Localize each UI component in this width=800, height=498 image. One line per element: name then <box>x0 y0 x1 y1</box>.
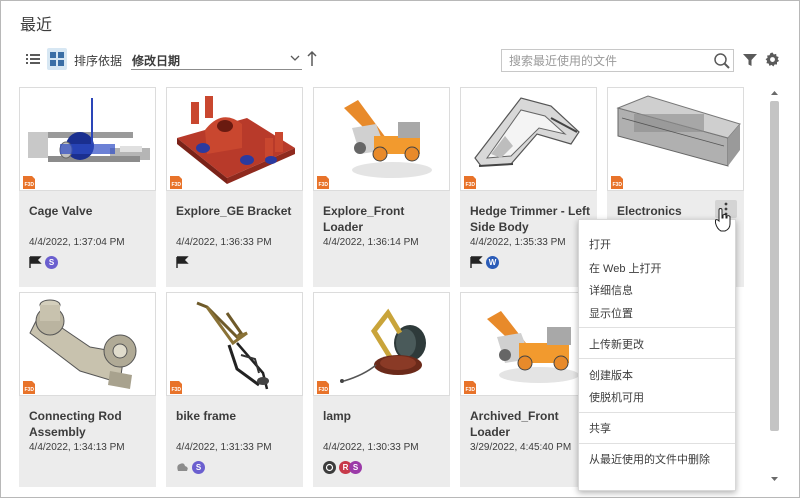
f3d-file-icon: F3D <box>23 381 35 394</box>
menu-item-share[interactable]: 共享 <box>589 420 611 436</box>
f3d-file-icon: F3D <box>170 381 182 394</box>
cloud-sync-icon <box>177 463 188 471</box>
file-name: Explore_GE Bracket <box>176 204 292 218</box>
menu-divider <box>579 327 735 328</box>
thumbnail: F3D <box>19 87 156 191</box>
f3d-file-icon: F3D <box>611 176 623 189</box>
vertical-scrollbar[interactable] <box>768 87 780 487</box>
svg-text:F3D: F3D <box>172 387 182 393</box>
sort-dropdown[interactable]: 修改日期 <box>131 48 302 70</box>
file-name: Connecting Rod Assembly <box>29 409 122 439</box>
menu-divider <box>579 412 735 413</box>
sort-label: 排序依据 <box>74 54 123 68</box>
search-box <box>501 49 734 72</box>
file-date: 4/4/2022, 1:31:33 PM <box>176 442 272 453</box>
locked-icon <box>323 460 336 474</box>
f3d-file-icon: F3D <box>317 381 329 394</box>
menu-item-details[interactable]: 详细信息 <box>589 282 633 298</box>
file-date: 4/4/2022, 1:35:33 PM <box>470 237 566 248</box>
filter-icon[interactable] <box>742 53 758 67</box>
f3d-file-icon: F3D <box>23 176 35 189</box>
svg-text:F3D: F3D <box>466 387 476 393</box>
svg-text:F3D: F3D <box>25 182 35 188</box>
chevron-down-icon <box>290 55 300 61</box>
f3d-file-icon: F3D <box>317 176 329 189</box>
file-name: lamp <box>323 409 352 423</box>
file-card[interactable]: F3D Cage Valve 4/4/2022, 1:37:04 PM S <box>19 87 156 287</box>
shared-icon: S <box>45 255 58 269</box>
status-badges: W <box>470 255 499 269</box>
thumbnail: F3D <box>166 87 303 191</box>
gear-icon[interactable] <box>765 52 780 67</box>
search-input[interactable] <box>502 50 712 71</box>
status-badges: S <box>176 460 205 474</box>
sort-value: 修改日期 <box>132 54 181 68</box>
thumbnail: F3D <box>166 292 303 396</box>
file-card[interactable]: F3D Explore_GE Bracket 4/4/2022, 1:36:33… <box>166 87 303 287</box>
menu-item-open-web[interactable]: 在 Web 上打开 <box>589 260 662 276</box>
flag-icon <box>29 256 42 268</box>
search-icon[interactable] <box>713 52 731 70</box>
file-name: Hedge Trimmer - Left Side Body <box>470 204 591 234</box>
user-badge: W <box>486 255 499 269</box>
svg-text:F3D: F3D <box>319 182 329 188</box>
list-view-button[interactable] <box>23 48 43 70</box>
grid-view-icon <box>50 52 64 66</box>
scroll-up-icon[interactable] <box>770 89 779 97</box>
menu-item-open[interactable]: 打开 <box>589 236 611 252</box>
file-name: Cage Valve <box>29 204 93 218</box>
file-card[interactable]: F3D Explore_Front Loader 4/4/2022, 1:36:… <box>313 87 450 287</box>
svg-text:F3D: F3D <box>466 182 476 188</box>
status-badges: R S <box>323 460 362 474</box>
file-card[interactable]: F3D Hedge Trimmer - Left Side Body 4/4/2… <box>460 87 597 287</box>
file-name: Explore_Front Loader <box>323 204 405 234</box>
file-card[interactable]: F3D Connecting Rod Assembly 4/4/2022, 1:… <box>19 292 156 487</box>
menu-item-offline[interactable]: 使脱机可用 <box>589 389 644 405</box>
file-date: 4/4/2022, 1:30:33 PM <box>323 442 419 453</box>
shared-icon: S <box>192 460 205 474</box>
thumbnail: F3D <box>460 292 597 396</box>
thumbnail: F3D <box>607 87 744 191</box>
flag-icon <box>176 256 189 268</box>
page-title: 最近 <box>20 17 53 34</box>
flag-icon <box>470 256 483 268</box>
svg-text:F3D: F3D <box>25 387 35 393</box>
svg-text:F3D: F3D <box>172 182 182 188</box>
hand-cursor-icon <box>715 208 731 232</box>
svg-text:F3D: F3D <box>613 182 623 188</box>
file-date: 4/4/2022, 1:37:04 PM <box>29 237 125 248</box>
file-card[interactable]: F3D Archived_Front Loader 3/29/2022, 4:4… <box>460 292 597 487</box>
file-name: bike frame <box>176 409 237 423</box>
menu-divider <box>579 443 735 444</box>
context-menu: 打开 在 Web 上打开 详细信息 显示位置 上传新更改 创建版本 使脱机可用 … <box>578 219 736 491</box>
scrollbar-thumb[interactable] <box>770 101 779 431</box>
file-card[interactable]: F3D lamp 4/4/2022, 1:30:33 PM R S <box>313 292 450 487</box>
thumbnail: F3D <box>460 87 597 191</box>
thumbnail: F3D <box>313 292 450 396</box>
file-date: 4/4/2022, 1:36:33 PM <box>176 237 272 248</box>
f3d-file-icon: F3D <box>464 381 476 394</box>
file-date: 3/29/2022, 4:45:40 PM <box>470 442 572 453</box>
list-view-icon <box>26 54 40 64</box>
f3d-file-icon: F3D <box>170 176 182 189</box>
f3d-file-icon: F3D <box>464 176 476 189</box>
menu-divider <box>579 358 735 359</box>
thumbnail: F3D <box>19 292 156 396</box>
menu-item-upload-changes[interactable]: 上传新更改 <box>589 336 644 352</box>
status-badges <box>176 255 189 269</box>
grid-view-button[interactable] <box>47 48 67 70</box>
menu-item-remove-recent[interactable]: 从最近使用的文件中删除 <box>589 451 710 467</box>
status-badges: S <box>29 255 58 269</box>
user-badge: S <box>349 460 362 474</box>
file-date: 4/4/2022, 1:36:14 PM <box>323 237 419 248</box>
thumbnail: F3D <box>313 87 450 191</box>
file-name: Archived_Front Loader <box>470 409 559 439</box>
menu-item-create-version[interactable]: 创建版本 <box>589 367 633 383</box>
file-card[interactable]: F3D bike frame 4/4/2022, 1:31:33 PM S <box>166 292 303 487</box>
sort-ascending-icon[interactable] <box>307 50 317 68</box>
menu-item-show-location[interactable]: 显示位置 <box>589 305 633 321</box>
svg-text:F3D: F3D <box>319 387 329 393</box>
scroll-down-icon[interactable] <box>770 475 779 483</box>
file-date: 4/4/2022, 1:34:13 PM <box>29 442 125 453</box>
